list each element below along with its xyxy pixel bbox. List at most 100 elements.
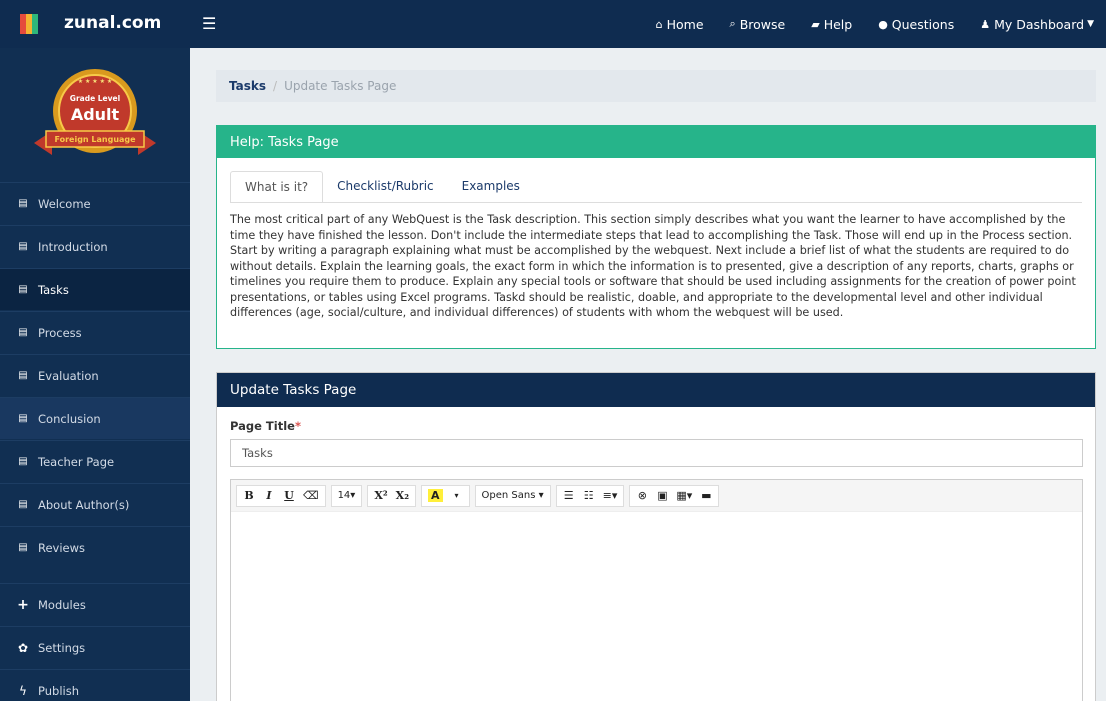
page-icon: ▤ [18, 413, 28, 424]
page-title-label-text: Page Title [230, 419, 295, 433]
brand[interactable]: zunal.com [0, 0, 190, 48]
nav-dashboard-label: My Dashboard [994, 16, 1085, 32]
gear-icon: ✿ [17, 640, 29, 655]
nav-help[interactable]: ▰ Help [811, 17, 852, 32]
nav-links: ⌂ Home ⌕ Browse ▰ Help ● Questions ♟ My … [630, 0, 1094, 48]
subscript-button[interactable]: X₂ [392, 486, 413, 506]
tab-examples[interactable]: Examples [448, 171, 534, 203]
sidebar-item-teacher-page[interactable]: ▤ Teacher Page [0, 440, 190, 482]
tabs-divider [230, 202, 1082, 203]
grade-badge-icon: ★ ★ ★ ★ ★ Grade Level Adult Foreign Lang… [34, 69, 156, 155]
page-icon: ▤ [18, 542, 28, 553]
link-icon[interactable]: ⊗ [632, 486, 652, 506]
nav-browse[interactable]: ⌕ Browse [730, 17, 786, 32]
search-icon: ⌕ [729, 17, 736, 30]
breadcrumb: Tasks / Update Tasks Page [216, 70, 1096, 102]
underline-button[interactable]: U [279, 486, 299, 506]
sidebar-item-tasks[interactable]: ▤ Tasks [0, 268, 190, 310]
hamburger-menu-icon[interactable]: ☰ [202, 14, 216, 33]
video-icon[interactable]: ▬ [696, 486, 716, 506]
breadcrumb-current: Update Tasks Page [284, 79, 397, 93]
help-tabs: What is it? Checklist/Rubric Examples [230, 171, 534, 203]
sidebar-item-process[interactable]: ▤ Process [0, 311, 190, 353]
sidebar-item-settings[interactable]: ✿ Settings [0, 626, 190, 668]
sidebar: ★ ★ ★ ★ ★ Grade Level Adult Foreign Lang… [0, 48, 190, 701]
required-marker: * [294, 419, 301, 433]
plus-icon: + [17, 596, 29, 613]
sidebar-item-label: Introduction [38, 239, 108, 254]
nav-home[interactable]: ⌂ Home [656, 17, 704, 32]
sidebar-item-label: Settings [38, 640, 86, 655]
color-dropdown-caret[interactable]: ▾ [447, 486, 467, 506]
top-navbar: zunal.com ☰ ⌂ Home ⌕ Browse ▰ Help ● Que… [0, 0, 1106, 48]
page-icon: ▤ [18, 284, 28, 295]
home-icon: ⌂ [655, 17, 663, 31]
badge-line2: Adult [71, 105, 120, 124]
superscript-button[interactable]: X² [370, 486, 391, 506]
tab-checklist-rubric[interactable]: Checklist/Rubric [323, 171, 447, 203]
unordered-list-icon[interactable]: ☰ [559, 486, 579, 506]
page-title-input[interactable] [230, 439, 1083, 467]
editor-toolbar: B I U ⌫ 14▾ X² X₂ A ▾ Open Sans ▾ ☰ ☷ ≡▾… [231, 480, 1082, 512]
image-icon[interactable]: ▣ [652, 486, 672, 506]
highlight-icon: A [428, 489, 443, 502]
font-family-dropdown[interactable]: Open Sans ▾ [478, 486, 548, 506]
tab-what-is-it[interactable]: What is it? [230, 171, 324, 203]
badge-line1: Grade Level [70, 94, 120, 103]
eraser-icon[interactable]: ⌫ [299, 486, 323, 506]
page-title-label: Page Title* [230, 419, 301, 433]
nav-questions[interactable]: ● Questions [878, 17, 954, 32]
update-panel-title: Update Tasks Page [217, 373, 1095, 407]
sidebar-item-about-authors[interactable]: ▤ About Author(s) [0, 483, 190, 525]
sidebar-item-evaluation[interactable]: ▤ Evaluation [0, 354, 190, 396]
badge-line3: Foreign Language [54, 135, 136, 144]
brand-logo-icon [20, 14, 40, 34]
breadcrumb-separator: / [273, 79, 278, 93]
ordered-list-icon[interactable]: ☷ [579, 486, 599, 506]
page-icon: ▤ [18, 456, 28, 467]
sidebar-item-reviews[interactable]: ▤ Reviews [0, 526, 190, 568]
sidebar-item-label: Modules [38, 597, 86, 612]
breadcrumb-link-tasks[interactable]: Tasks [229, 79, 266, 93]
text-color-button[interactable]: A [424, 486, 447, 506]
font-size-dropdown[interactable]: 14▾ [334, 486, 360, 506]
help-panel-title: Help: Tasks Page [217, 126, 1095, 158]
page-icon: ▤ [18, 241, 28, 252]
editor-content-area[interactable] [231, 512, 1082, 701]
fontname-group: Open Sans ▾ [474, 484, 551, 507]
sidebar-item-conclusion[interactable]: ▤ Conclusion [0, 397, 190, 439]
page-icon: ▤ [18, 370, 28, 381]
nav-questions-label: Questions [891, 16, 955, 32]
sidebar-item-label: Tasks [38, 282, 69, 297]
italic-button[interactable]: I [259, 486, 279, 506]
bold-button[interactable]: B [239, 486, 259, 506]
nav-home-label: Home [666, 16, 704, 32]
sidebar-item-label: Publish [38, 683, 79, 698]
rich-text-editor[interactable]: B I U ⌫ 14▾ X² X₂ A ▾ Open Sans ▾ ☰ ☷ ≡▾… [230, 479, 1083, 701]
sidebar-item-modules[interactable]: + Modules [0, 583, 190, 625]
format-group: B I U ⌫ [236, 484, 326, 507]
sidebar-item-label: Conclusion [38, 411, 101, 426]
sidebar-item-welcome[interactable]: ▤ Welcome [0, 182, 190, 224]
help-panel: Help: Tasks Page What is it? Checklist/R… [216, 125, 1096, 349]
update-panel: Update Tasks Page Page Title* B I U ⌫ 14… [216, 372, 1096, 701]
book-icon: ▰ [811, 17, 820, 31]
sidebar-item-introduction[interactable]: ▤ Introduction [0, 225, 190, 267]
sidebar-item-label: Process [38, 325, 82, 340]
table-dropdown-icon[interactable]: ▦▾ [672, 486, 696, 506]
comments-icon: ● [878, 17, 888, 31]
bolt-icon: ϟ [19, 683, 27, 698]
grade-level-badge: ★ ★ ★ ★ ★ Grade Level Adult Foreign Lang… [0, 48, 190, 182]
nav-my-dashboard[interactable]: ♟ My Dashboard ▼ [980, 17, 1094, 32]
help-description: The most critical part of any WebQuest i… [230, 213, 1076, 319]
sidebar-item-label: About Author(s) [38, 497, 130, 512]
sidebar-item-publish[interactable]: ϟ Publish [0, 669, 190, 701]
nav-help-label: Help [823, 16, 853, 32]
nav-browse-label: Browse [739, 16, 786, 32]
chevron-down-icon: ▼ [1087, 19, 1094, 29]
align-dropdown-icon[interactable]: ≡▾ [599, 486, 622, 506]
insert-group: ⊗ ▣ ▦▾ ▬ [629, 484, 720, 507]
brand-name[interactable]: zunal.com [64, 13, 161, 33]
sidebar-item-label: Teacher Page [38, 454, 115, 469]
page-icon: ▤ [18, 198, 28, 209]
